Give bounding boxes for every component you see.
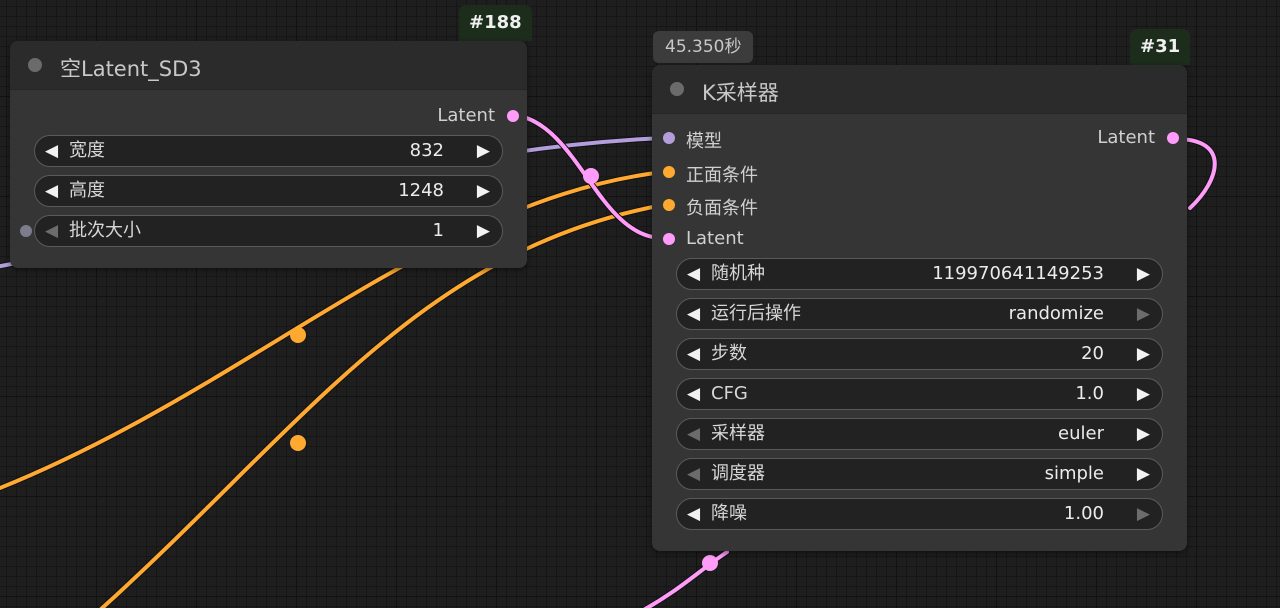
- batch-size-widget[interactable]: ◀ 批次大小 1 ▶: [34, 215, 503, 247]
- node-31-id-badge: #31: [1130, 29, 1191, 65]
- seed-widget[interactable]: ◀ 随机种 119970641149253 ▶: [676, 258, 1163, 290]
- increment-arrow-icon[interactable]: ▶: [477, 220, 490, 242]
- increment-arrow-icon[interactable]: ▶: [1137, 383, 1150, 405]
- control-after-generate-widget[interactable]: ◀ 运行后操作 randomize ▶: [676, 298, 1163, 330]
- decrement-arrow-icon[interactable]: ◀: [45, 180, 58, 202]
- input-negative-dot[interactable]: [663, 199, 675, 211]
- node-empty-latent-sd3[interactable]: 空Latent_SD3 Latent ◀ 宽度 832 ▶ ◀ 高度 1248 …: [10, 41, 527, 268]
- node-ksampler[interactable]: K采样器 模型 正面条件 负面条件 Latent Latent ◀ 随机种 11…: [652, 65, 1187, 551]
- increment-arrow-icon[interactable]: ▶: [477, 140, 490, 162]
- decrement-arrow-icon[interactable]: ◀: [687, 463, 700, 485]
- decrement-arrow-icon[interactable]: ◀: [687, 343, 700, 365]
- input-positive-label: 正面条件: [686, 165, 758, 186]
- link-midpoint-latent-bottom[interactable]: [702, 555, 718, 571]
- output-latent-label: Latent: [1097, 127, 1155, 148]
- input-negative-label: 负面条件: [686, 198, 758, 219]
- decrement-arrow-icon[interactable]: ◀: [687, 263, 700, 285]
- decrement-arrow-icon[interactable]: ◀: [45, 140, 58, 162]
- increment-arrow-icon[interactable]: ▶: [1137, 303, 1150, 325]
- input-latent-label: Latent: [686, 228, 744, 249]
- decrement-arrow-icon[interactable]: ◀: [687, 383, 700, 405]
- input-model-dot[interactable]: [663, 132, 675, 144]
- link-midpoint-latent[interactable]: [583, 168, 599, 184]
- batch-size-input-dot[interactable]: [20, 225, 32, 237]
- node-188-id-badge: #188: [459, 5, 532, 41]
- decrement-arrow-icon[interactable]: ◀: [687, 423, 700, 445]
- input-latent-dot[interactable]: [663, 233, 675, 245]
- increment-arrow-icon[interactable]: ▶: [1137, 343, 1150, 365]
- increment-arrow-icon[interactable]: ▶: [1137, 463, 1150, 485]
- scheduler-widget[interactable]: ◀ 调度器 simple ▶: [676, 458, 1163, 490]
- link-midpoint-negative[interactable]: [290, 435, 306, 451]
- collapse-dot-icon[interactable]: [670, 82, 684, 96]
- input-model-label: 模型: [686, 131, 722, 152]
- increment-arrow-icon[interactable]: ▶: [1137, 503, 1150, 525]
- output-latent-dot[interactable]: [1167, 132, 1179, 144]
- decrement-arrow-icon[interactable]: ◀: [687, 303, 700, 325]
- node-188-output-latent-label: Latent: [437, 105, 495, 126]
- node-188-header[interactable]: 空Latent_SD3: [10, 41, 527, 90]
- steps-widget[interactable]: ◀ 步数 20 ▶: [676, 338, 1163, 370]
- input-positive-dot[interactable]: [663, 166, 675, 178]
- node-31-header[interactable]: K采样器: [652, 65, 1187, 114]
- execution-time-badge: 45.350秒: [653, 31, 754, 63]
- width-widget[interactable]: ◀ 宽度 832 ▶: [34, 135, 503, 167]
- cfg-widget[interactable]: ◀ CFG 1.0 ▶: [676, 378, 1163, 410]
- denoise-widget[interactable]: ◀ 降噪 1.00 ▶: [676, 498, 1163, 530]
- node-31-title: K采样器: [702, 81, 779, 105]
- increment-arrow-icon[interactable]: ▶: [477, 180, 490, 202]
- decrement-arrow-icon[interactable]: ◀: [45, 220, 58, 242]
- sampler-widget[interactable]: ◀ 采样器 euler ▶: [676, 418, 1163, 450]
- node-188-title: 空Latent_SD3: [60, 57, 202, 81]
- increment-arrow-icon[interactable]: ▶: [1137, 423, 1150, 445]
- increment-arrow-icon[interactable]: ▶: [1137, 263, 1150, 285]
- link-midpoint-positive[interactable]: [290, 327, 306, 343]
- node-188-output-latent-dot[interactable]: [507, 110, 519, 122]
- decrement-arrow-icon[interactable]: ◀: [687, 503, 700, 525]
- collapse-dot-icon[interactable]: [28, 58, 42, 72]
- height-widget[interactable]: ◀ 高度 1248 ▶: [34, 175, 503, 207]
